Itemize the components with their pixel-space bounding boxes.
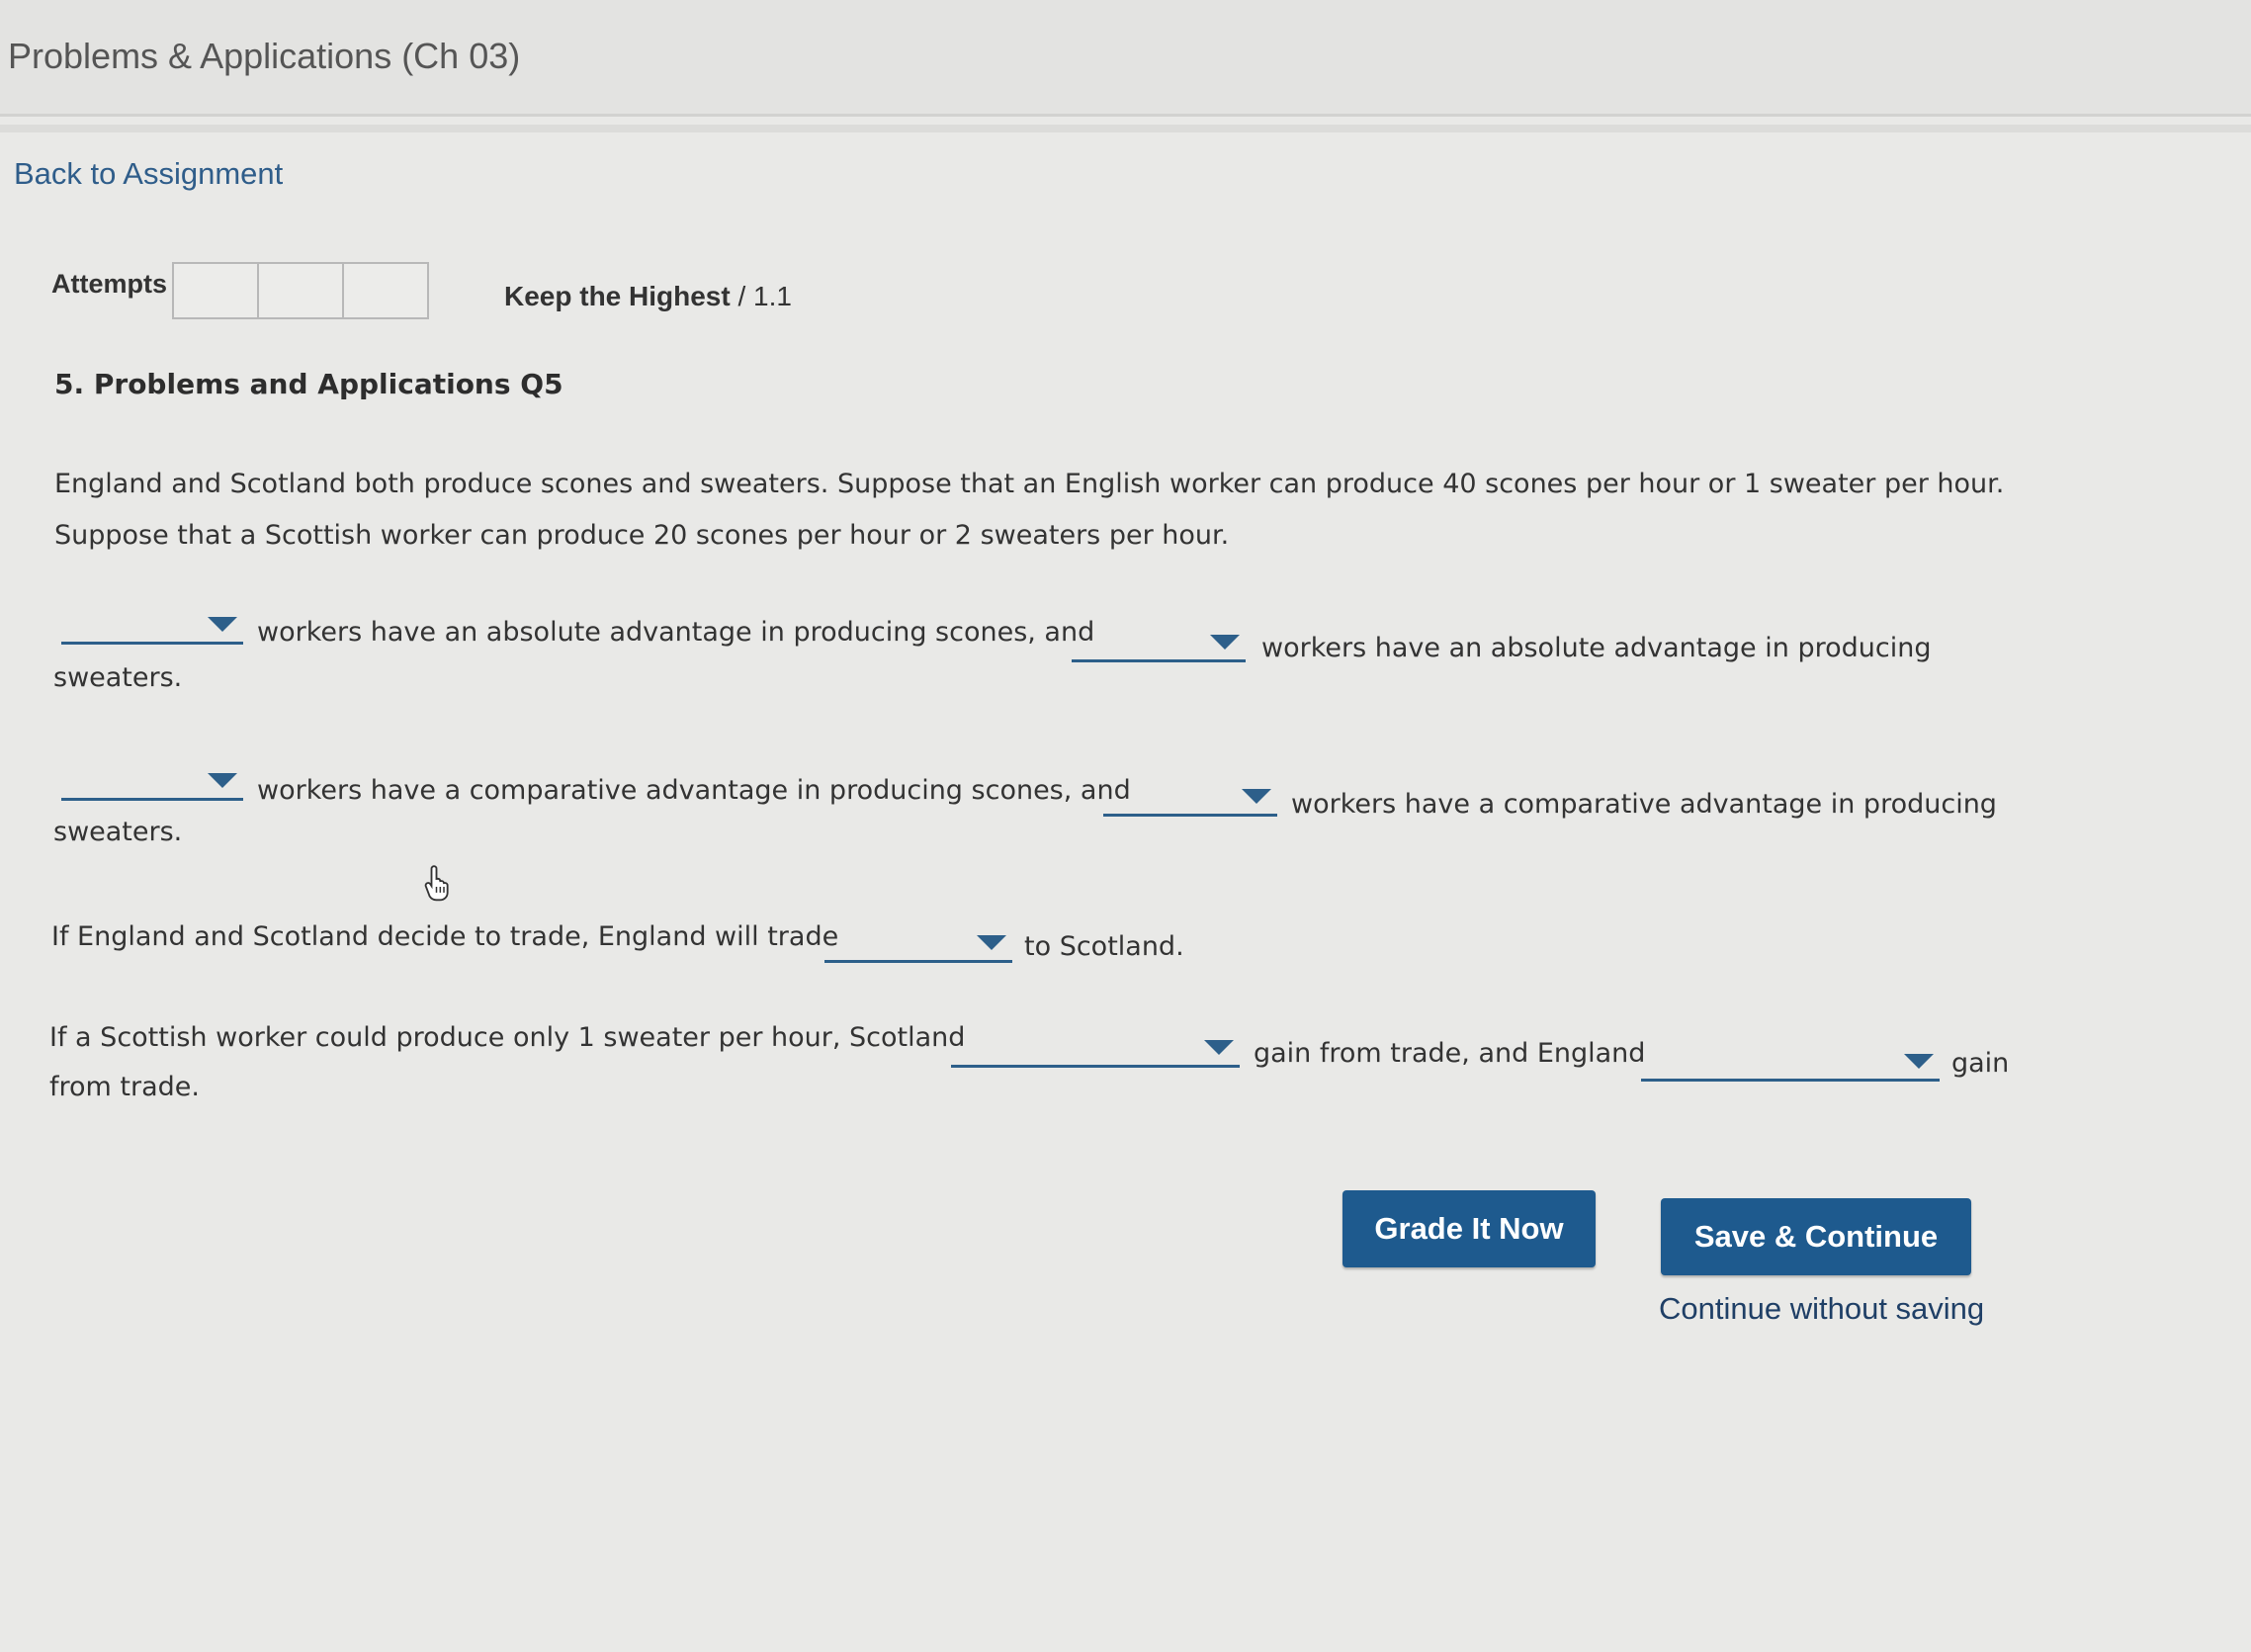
continue-without-saving-link[interactable]: Continue without saving — [1659, 1291, 1984, 1327]
grading-policy-label: Keep the Highest — [504, 281, 731, 311]
header-divider — [0, 125, 2251, 132]
comparative-scones-dropdown[interactable] — [61, 761, 243, 801]
absolute-sweaters-dropdown[interactable] — [1072, 623, 1246, 662]
attempt-box — [172, 262, 259, 319]
chevron-down-icon — [1242, 789, 1271, 804]
comparative-text-a: workers have a comparative advantage in … — [257, 775, 1131, 806]
header-bar: Problems & Applications (Ch 03) — [0, 0, 2251, 117]
question-heading: 5. Problems and Applications Q5 — [54, 368, 563, 400]
grading-policy: Keep the Highest / 1.1 — [504, 281, 792, 312]
attempt-box — [257, 262, 344, 319]
intro-line: Suppose that a Scottish worker can produ… — [54, 520, 1230, 551]
scotland-gain-dropdown[interactable] — [951, 1028, 1240, 1068]
trade-good-dropdown[interactable] — [824, 923, 1012, 963]
absolute-text-end: sweaters. — [53, 662, 183, 693]
attempts-indicator — [172, 262, 429, 319]
trade-text-b: to Scotland. — [1024, 931, 1184, 962]
chevron-down-icon — [1904, 1054, 1934, 1069]
gain-text-a: If a Scottish worker could produce only … — [49, 1022, 966, 1053]
chevron-down-icon — [1204, 1040, 1234, 1055]
england-gain-dropdown[interactable] — [1641, 1042, 1940, 1082]
absolute-text-a: workers have an absolute advantage in pr… — [257, 617, 1095, 648]
trade-text-a: If England and Scotland decide to trade,… — [51, 921, 839, 952]
chevron-down-icon — [1210, 635, 1240, 650]
comparative-text-end: sweaters. — [53, 817, 183, 847]
intro-line: England and Scotland both produce scones… — [54, 469, 2005, 499]
comparative-text-b: workers have a comparative advantage in … — [1291, 789, 1997, 820]
grade-it-now-button[interactable]: Grade It Now — [1342, 1190, 1596, 1267]
page-title: Problems & Applications (Ch 03) — [8, 36, 521, 76]
attempt-box — [342, 262, 429, 319]
attempts-label: Attempts — [51, 269, 168, 299]
gain-text-c: gain — [1951, 1048, 2010, 1079]
hand-cursor-icon — [424, 865, 449, 902]
comparative-sweaters-dropdown[interactable] — [1103, 777, 1277, 817]
score-value: / 1.1 — [730, 281, 792, 311]
chevron-down-icon — [208, 617, 237, 632]
gain-text-b: gain from trade, and England — [1254, 1038, 1646, 1069]
absolute-text-b: workers have an absolute advantage in pr… — [1261, 633, 1932, 663]
gain-text-end: from trade. — [49, 1072, 200, 1102]
chevron-down-icon — [208, 773, 237, 788]
back-to-assignment-link[interactable]: Back to Assignment — [14, 156, 283, 192]
chevron-down-icon — [977, 935, 1006, 950]
question-intro: England and Scotland both produce scones… — [54, 459, 2032, 562]
absolute-scones-dropdown[interactable] — [61, 605, 243, 645]
save-and-continue-button[interactable]: Save & Continue — [1661, 1198, 1971, 1275]
